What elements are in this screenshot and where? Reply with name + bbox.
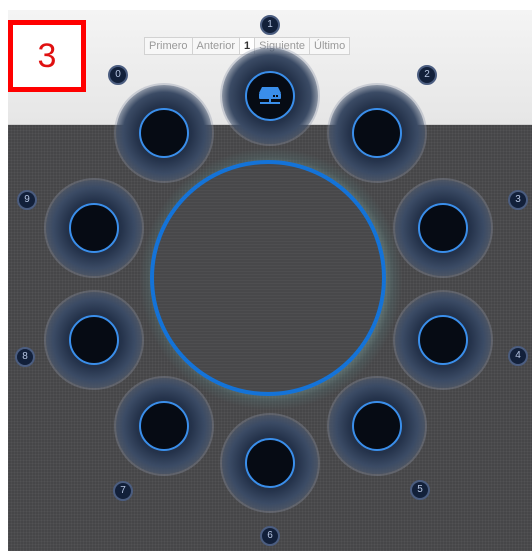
- slot-1-socket: [245, 71, 295, 121]
- slot-1-number: 1: [260, 15, 280, 35]
- slot-3-socket: [418, 203, 468, 253]
- slot-5-node[interactable]: [329, 378, 425, 474]
- slot-9-socket: [69, 203, 119, 253]
- step-badge: 3: [8, 20, 86, 92]
- center-ring[interactable]: [150, 160, 386, 396]
- slot-4-number: 4: [508, 346, 528, 366]
- slot-8-number: 8: [15, 347, 35, 367]
- slot-5-number: 5: [410, 480, 430, 500]
- slot-7-node[interactable]: [116, 378, 212, 474]
- slot-4-node[interactable]: [395, 292, 491, 388]
- slot-2-socket: [352, 108, 402, 158]
- slot-3-number: 3: [508, 190, 528, 210]
- server-icon: [259, 87, 281, 104]
- slot-8-node[interactable]: [46, 292, 142, 388]
- slot-0-number: 0: [108, 65, 128, 85]
- slot-2-node[interactable]: [329, 85, 425, 181]
- pagination: Primero Anterior 1 Siguiente Último: [144, 37, 351, 55]
- slot-9-number: 9: [17, 190, 37, 210]
- page-previous-button[interactable]: Anterior: [191, 37, 241, 55]
- slot-7-number: 7: [113, 481, 133, 501]
- slot-1-node[interactable]: [222, 48, 318, 144]
- slot-4-socket: [418, 315, 468, 365]
- slot-0-node[interactable]: [116, 85, 212, 181]
- slot-3-node[interactable]: [395, 180, 491, 276]
- slot-0-socket: [139, 108, 189, 158]
- slot-5-socket: [352, 401, 402, 451]
- slot-6-node[interactable]: [222, 415, 318, 511]
- slot-8-socket: [69, 315, 119, 365]
- page-last-button[interactable]: Último: [309, 37, 351, 55]
- slot-7-socket: [139, 401, 189, 451]
- slot-6-socket: [245, 438, 295, 488]
- slot-9-node[interactable]: [46, 180, 142, 276]
- page-first-button[interactable]: Primero: [144, 37, 193, 55]
- slot-6-number: 6: [260, 526, 280, 546]
- slot-2-number: 2: [417, 65, 437, 85]
